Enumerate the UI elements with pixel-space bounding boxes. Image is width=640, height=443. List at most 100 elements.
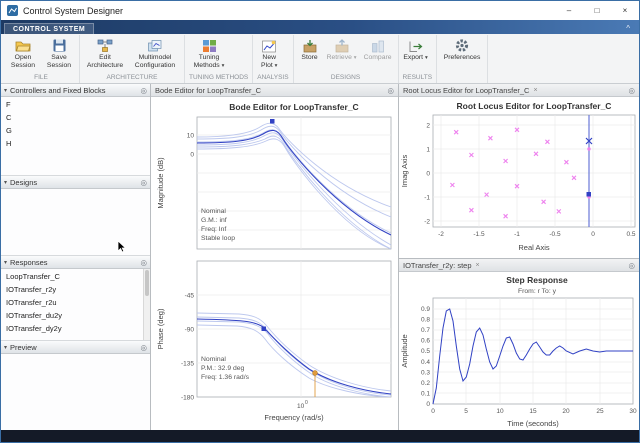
time-tick-label: 5 <box>464 408 468 415</box>
phase-marker[interactable] <box>262 327 267 332</box>
step-response-tab-title: IOTransfer_r2y: step <box>403 261 472 270</box>
collapse-ribbon-icon[interactable]: ^ <box>620 24 636 34</box>
panel-header-designs[interactable]: ▾ Designs ◎ <box>1 176 150 189</box>
real-tick-label: -1.5 <box>473 231 485 238</box>
phase-tick-label: -90 <box>185 327 195 334</box>
section-label-file: FILE <box>5 74 77 83</box>
real-axis-label: Real Axis <box>518 243 550 252</box>
bode-plot[interactable]: Bode Editor for LoopTransfer_C <box>151 97 398 430</box>
export-label: Export <box>403 54 423 61</box>
compare-icon <box>370 37 386 54</box>
section-label-analysis: ANALYSIS <box>255 74 290 83</box>
response-item[interactable]: IOTransfer_r2u <box>1 296 150 309</box>
edit-architecture-button[interactable]: Edit Architecture <box>82 35 128 74</box>
close-button[interactable]: × <box>611 1 639 20</box>
response-item[interactable]: LoopTransfer_C <box>1 270 150 283</box>
panel-actions-icon[interactable]: ◎ <box>140 343 147 352</box>
app-icon <box>7 5 18 16</box>
panel-title: Designs <box>10 178 137 187</box>
export-button[interactable]: Export ▾ <box>401 35 431 74</box>
panel-header-responses[interactable]: ▾ Responses ◎ <box>1 256 150 269</box>
responses-scrollbar[interactable] <box>143 269 150 340</box>
root-locus-tab-title: Root Locus Editor for LoopTransfer_C <box>403 86 529 95</box>
preferences-button[interactable]: Preferences <box>439 35 485 81</box>
dropdown-arrow-icon: ▾ <box>354 55 357 61</box>
panel-actions-icon[interactable]: ◎ <box>140 258 147 267</box>
controller-item[interactable]: H <box>1 137 150 150</box>
collapse-arrow-icon[interactable]: ▾ <box>4 259 7 266</box>
collapse-arrow-icon[interactable]: ▾ <box>4 87 7 94</box>
imag-tick-label: 0 <box>426 171 430 178</box>
panel-designs: ▾ Designs ◎ <box>1 176 150 256</box>
new-plot-button[interactable]: New Plot ▾ <box>255 35 283 74</box>
ribbon-section-results: Export ▾ RESULTS <box>399 35 438 83</box>
root-locus-plot[interactable]: Root Locus Editor for LoopTransfer_C <box>399 97 639 258</box>
panel-actions-icon[interactable]: ◎ <box>140 86 147 95</box>
panel-actions-icon[interactable]: ◎ <box>387 86 394 95</box>
controller-item[interactable]: G <box>1 124 150 137</box>
retrieve-button[interactable]: Retrieve ▾ <box>324 35 360 74</box>
panel-actions-icon[interactable]: ◎ <box>628 261 635 270</box>
panel-actions-icon[interactable]: ◎ <box>140 178 147 187</box>
phase-margin-note: Nominal <box>201 356 226 363</box>
root-locus-header[interactable]: Root Locus Editor for LoopTransfer_C × ◎ <box>399 84 639 97</box>
sidebar: ▾ Controllers and Fixed Blocks ◎ F C G H… <box>1 84 151 430</box>
open-session-button[interactable]: Open Session <box>5 35 41 74</box>
time-tick-label: 20 <box>562 408 570 415</box>
step-response-plot[interactable]: Step Response From: r To: y <box>399 272 639 430</box>
amp-tick-label: 0.1 <box>421 391 430 398</box>
multimodel-configuration-label: Multimodel Configuration <box>130 54 180 70</box>
dropdown-arrow-icon: ▾ <box>425 55 428 61</box>
amp-tick-label: 0.6 <box>421 338 430 345</box>
window-controls: – □ × <box>555 1 639 20</box>
store-button[interactable]: Store <box>296 35 324 74</box>
scrollbar-thumb[interactable] <box>145 270 149 296</box>
dropdown-arrow-icon: ▾ <box>222 63 225 69</box>
phase-tick-label: -45 <box>185 293 195 300</box>
response-item[interactable]: IOTransfer_du2y <box>1 309 150 322</box>
collapse-arrow-icon[interactable]: ▾ <box>4 344 7 351</box>
mag-tick-label: 0 <box>190 152 194 159</box>
tuning-methods-button[interactable]: Tuning Methods ▾ <box>187 35 231 74</box>
section-label-designs: DESIGNS <box>296 74 396 83</box>
minimize-button[interactable]: – <box>555 1 583 20</box>
root-locus-marker[interactable] <box>587 192 592 197</box>
response-item[interactable]: IOTransfer_dy2y <box>1 322 150 335</box>
controller-item[interactable]: F <box>1 98 150 111</box>
root-locus-axes <box>433 115 635 227</box>
freq-tick-exponent: 0 <box>305 400 308 406</box>
phase-margin-note: P.M.: 32.9 deg <box>201 365 245 372</box>
panel-title: Preview <box>10 343 137 352</box>
step-response-header[interactable]: IOTransfer_r2y: step × ◎ <box>399 259 639 272</box>
closed-loop-pole-dot <box>587 147 590 150</box>
save-session-button[interactable]: Save Session <box>41 35 77 74</box>
open-folder-icon <box>15 37 31 54</box>
phase-margin-marker[interactable] <box>313 371 318 376</box>
bode-editor-header[interactable]: Bode Editor for LoopTransfer_C ◎ <box>151 84 398 97</box>
close-tab-icon[interactable]: × <box>476 262 480 269</box>
tab-control-system[interactable]: CONTROL SYSTEM <box>4 23 94 34</box>
compare-button[interactable]: Compare <box>360 35 396 74</box>
close-tab-icon[interactable]: × <box>533 87 537 94</box>
multimodel-icon <box>147 37 163 54</box>
controller-item[interactable]: C <box>1 111 150 124</box>
response-item[interactable]: IOTransfer_r2y <box>1 283 150 296</box>
collapse-arrow-icon[interactable]: ▾ <box>4 179 7 186</box>
multimodel-configuration-button[interactable]: Multimodel Configuration <box>128 35 182 74</box>
magnitude-marker[interactable] <box>270 119 275 124</box>
section-label-results: RESULTS <box>401 74 435 83</box>
amp-tick-label: 0 <box>426 401 430 408</box>
bode-editor-panel: Bode Editor for LoopTransfer_C ◎ Bode Ed… <box>151 84 399 430</box>
retrieve-icon <box>334 37 350 54</box>
bode-plot-title: Bode Editor for LoopTransfer_C <box>229 102 358 112</box>
maximize-button[interactable]: □ <box>583 1 611 20</box>
panel-header-controllers[interactable]: ▾ Controllers and Fixed Blocks ◎ <box>1 84 150 97</box>
store-icon <box>302 37 318 54</box>
tuning-methods-icon <box>202 37 217 54</box>
ribbon-section-analysis: New Plot ▾ ANALYSIS <box>253 35 293 83</box>
amplitude-axis-label: Amplitude <box>400 334 409 367</box>
main-area: ▾ Controllers and Fixed Blocks ◎ F C G H… <box>1 84 639 430</box>
panel-header-preview[interactable]: ▾ Preview ◎ <box>1 341 150 354</box>
ribbon-section-architecture: Edit Architecture Multimodel Configurati… <box>80 35 185 83</box>
panel-actions-icon[interactable]: ◎ <box>628 86 635 95</box>
